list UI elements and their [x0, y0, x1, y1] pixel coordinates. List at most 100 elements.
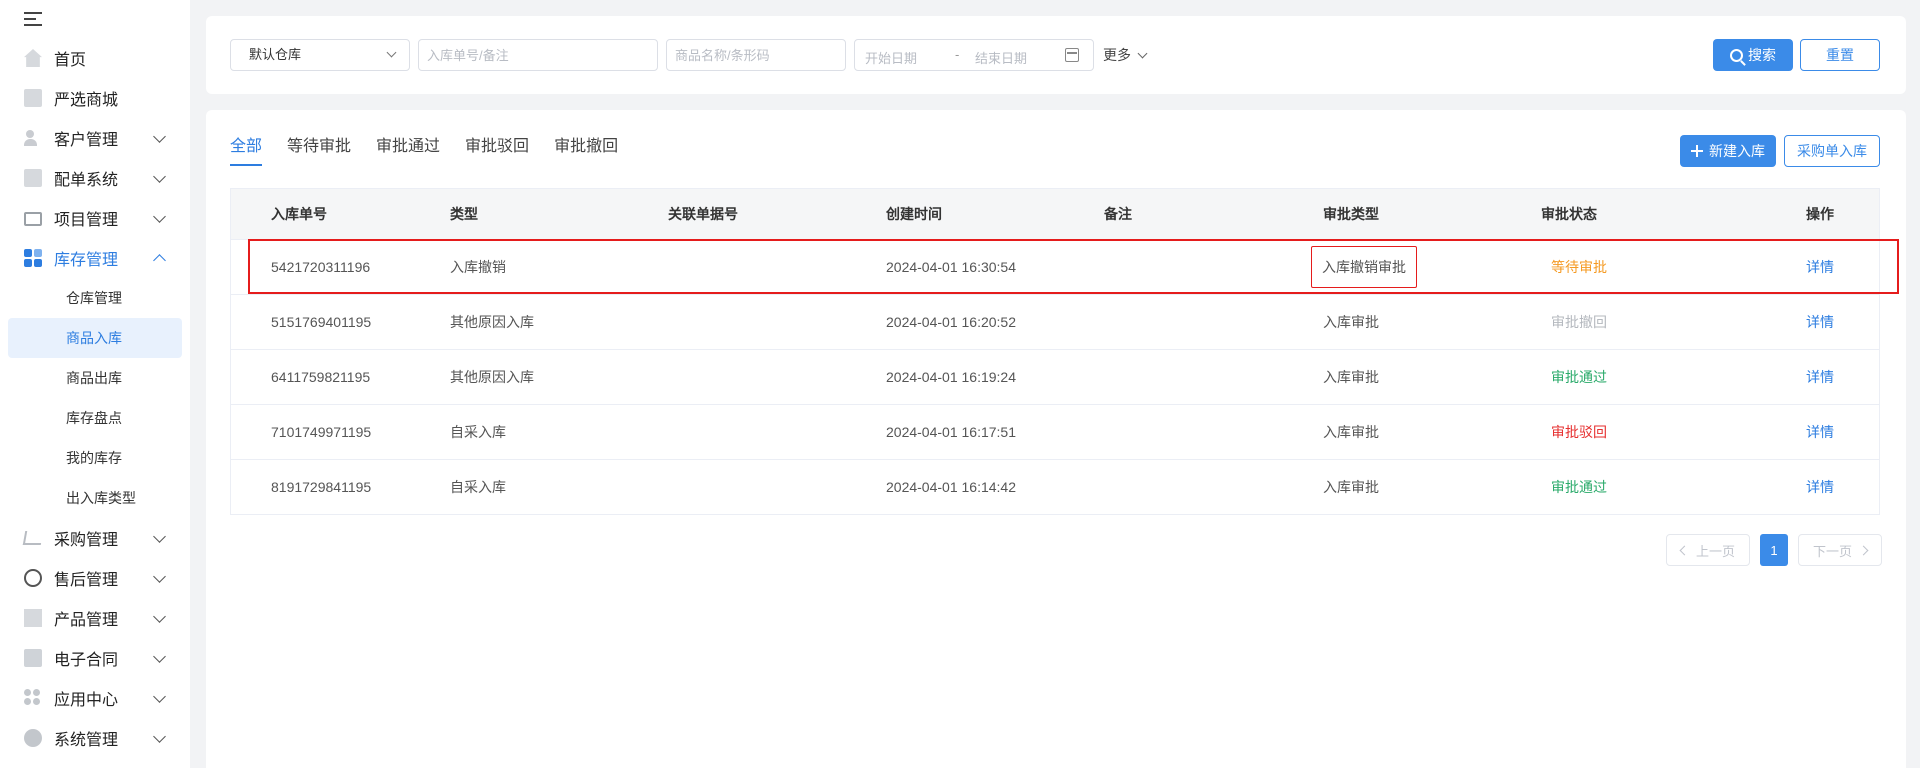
col-header-note: 备注: [1104, 206, 1132, 222]
table-header: 入库单号 类型 关联单据号 创建时间 备注 审批类型 审批状态 操作: [231, 189, 1879, 239]
sidebar: 首页 严选商城 客户管理 配单系统 项目管理 库存管理 仓库管理 商品入库 商品…: [0, 0, 190, 768]
tab-rejected[interactable]: 审批驳回: [465, 132, 529, 166]
col-header-actions: 操作: [1806, 206, 1834, 222]
tab-revoked[interactable]: 审批撤回: [554, 132, 618, 166]
sidebar-subitem-stock-in[interactable]: 商品入库: [8, 318, 182, 358]
sidebar-item-label: 库存管理: [54, 252, 119, 269]
purchase-order-stock-in-button[interactable]: 采购单入库: [1784, 135, 1880, 167]
new-stock-in-button[interactable]: 新建入库: [1680, 135, 1776, 167]
sidebar-subitem-my-stock[interactable]: 我的库存: [0, 438, 190, 478]
type: 入库撤销: [450, 259, 506, 275]
sidebar-item-projects[interactable]: 项目管理: [0, 198, 190, 238]
sidebar-item-label: 产品管理: [54, 612, 119, 629]
approval-type: 入库审批: [1323, 314, 1379, 330]
sidebar-item-home[interactable]: 首页: [0, 38, 190, 78]
reset-button[interactable]: 重置: [1800, 39, 1880, 71]
table-row[interactable]: 6411759821195 其他原因入库 2024-04-01 16:19:24…: [231, 349, 1879, 404]
home-icon: [24, 49, 42, 67]
approval-type-highlight: 入库撤销审批: [1311, 246, 1417, 288]
prev-page-button[interactable]: 上一页: [1665, 534, 1750, 566]
new-stock-in-label: 新建入库: [1709, 143, 1765, 159]
chevron-down-icon: [153, 730, 166, 743]
table-row[interactable]: 5151769401195 其他原因入库 2024-04-01 16:20:52…: [231, 294, 1879, 349]
col-header-created: 创建时间: [886, 206, 942, 222]
search-button-label: 搜索: [1748, 47, 1776, 63]
sidebar-item-label: 电子合同: [54, 652, 119, 669]
detail-link[interactable]: 详情: [1759, 477, 1881, 497]
col-header-approval-status: 审批状态: [1541, 206, 1597, 222]
start-date-placeholder: 开始日期: [865, 51, 918, 66]
date-separator: -: [955, 47, 960, 62]
next-page-button[interactable]: 下一页: [1797, 534, 1882, 566]
stock-in-table: 入库单号 类型 关联单据号 创建时间 备注 审批类型 审批状态 操作 54217…: [230, 188, 1880, 515]
product-search-input[interactable]: [666, 39, 846, 71]
status-badge: 审批撤回: [1551, 314, 1607, 330]
sidebar-subitem-io-types[interactable]: 出入库类型: [0, 478, 190, 518]
calendar-icon: [1065, 48, 1079, 62]
sidebar-item-label: 采购管理: [54, 532, 119, 549]
content-panel: 全部 等待审批 审批通过 审批驳回 审批撤回 新建入库 采购单入库 入库单号 类…: [206, 110, 1906, 768]
sidebar-subitem-warehouse[interactable]: 仓库管理: [0, 278, 190, 318]
order-search-input[interactable]: [418, 39, 658, 71]
col-header-type: 类型: [450, 206, 478, 222]
status-badge: 审批通过: [1551, 479, 1607, 495]
sidebar-item-apps[interactable]: 应用中心: [0, 678, 190, 718]
created-time: 2024-04-01 16:14:42: [886, 479, 1016, 495]
detail-link[interactable]: 详情: [1759, 422, 1881, 442]
tab-approved[interactable]: 审批通过: [376, 132, 440, 166]
date-range-picker[interactable]: 开始日期 - 结束日期: [854, 39, 1094, 71]
chevron-down-icon: [153, 610, 166, 623]
end-date-placeholder: 结束日期: [975, 51, 1028, 66]
sidebar-item-purchase[interactable]: 采购管理: [0, 518, 190, 558]
sidebar-item-label: 系统管理: [54, 732, 119, 749]
detail-link[interactable]: 详情: [1759, 257, 1881, 277]
search-button[interactable]: 搜索: [1713, 39, 1793, 71]
page-number-current[interactable]: 1: [1759, 534, 1788, 566]
prev-page-label: 上一页: [1695, 543, 1735, 559]
type: 自采入库: [450, 424, 506, 440]
warehouse-select[interactable]: 默认仓库: [230, 39, 410, 71]
sidebar-item-contracts[interactable]: 电子合同: [0, 638, 190, 678]
sidebar-item-label: 应用中心: [54, 692, 119, 709]
order-no: 5421720311196: [271, 259, 371, 275]
tab-waiting[interactable]: 等待审批: [287, 132, 351, 166]
sidebar-item-label: 严选商城: [54, 92, 119, 109]
gear-icon: [24, 729, 42, 747]
sidebar-subitem-stock-out[interactable]: 商品出库: [0, 358, 190, 398]
type: 其他原因入库: [450, 314, 534, 330]
more-filters-toggle[interactable]: 更多: [1103, 45, 1148, 65]
user-icon: [24, 129, 42, 147]
detail-link[interactable]: 详情: [1759, 367, 1881, 387]
sidebar-nav: 首页 严选商城 客户管理 配单系统 项目管理 库存管理 仓库管理 商品入库 商品…: [0, 38, 190, 758]
sidebar-item-label: 项目管理: [54, 212, 119, 229]
page-scrollbar[interactable]: [1914, 0, 1920, 768]
chevron-down-icon: [386, 47, 397, 58]
chevron-down-icon: [153, 530, 166, 543]
created-time: 2024-04-01 16:19:24: [886, 369, 1016, 385]
table-row[interactable]: 5421720311196 入库撤销 2024-04-01 16:30:54 入…: [231, 239, 1879, 294]
table-row[interactable]: 8191729841195 自采入库 2024-04-01 16:14:42 入…: [231, 459, 1879, 514]
detail-link[interactable]: 详情: [1759, 312, 1881, 332]
sidebar-subitem-stocktake[interactable]: 库存盘点: [0, 398, 190, 438]
type: 自采入库: [450, 479, 506, 495]
contract-icon: [24, 649, 42, 667]
sidebar-item-inventory[interactable]: 库存管理: [0, 238, 190, 278]
chevron-down-icon: [153, 690, 166, 703]
menu-toggle-icon[interactable]: [24, 10, 44, 28]
more-label: 更多: [1103, 47, 1131, 63]
sidebar-item-label: 配单系统: [54, 172, 119, 189]
order-no: 8191729841195: [271, 479, 372, 495]
sidebar-item-shop[interactable]: 严选商城: [0, 78, 190, 118]
folder-icon: [24, 212, 42, 226]
sidebar-item-label: 首页: [54, 52, 87, 69]
chevron-left-icon: [1679, 545, 1690, 555]
sidebar-item-aftersales[interactable]: 售后管理: [0, 558, 190, 598]
sidebar-item-quotes[interactable]: 配单系统: [0, 158, 190, 198]
apps-icon: [24, 689, 42, 707]
col-header-approval-type: 审批类型: [1323, 206, 1379, 222]
table-row[interactable]: 7101749971195 自采入库 2024-04-01 16:17:51 入…: [231, 404, 1879, 459]
tab-all[interactable]: 全部: [230, 132, 263, 166]
sidebar-item-system[interactable]: 系统管理: [0, 718, 190, 758]
sidebar-item-customers[interactable]: 客户管理: [0, 118, 190, 158]
sidebar-item-products[interactable]: 产品管理: [0, 598, 190, 638]
